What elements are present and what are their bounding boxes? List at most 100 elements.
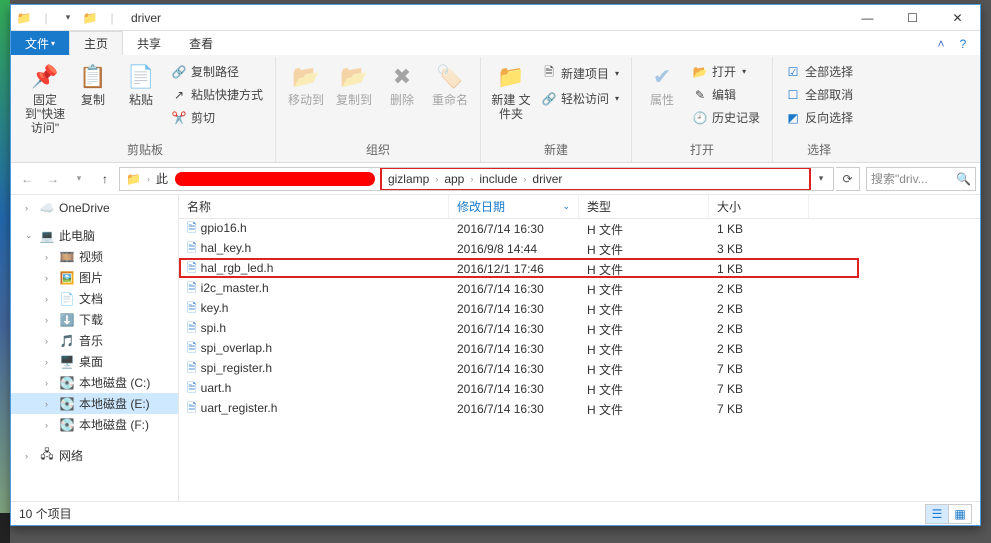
tree-item[interactable]: ›🖼️图片	[11, 267, 178, 288]
tree-drive[interactable]: ›💽本地磁盘 (E:)	[11, 393, 178, 414]
breadcrumb-segment[interactable]: driver	[528, 169, 566, 189]
breadcrumb-segment[interactable]: 此	[152, 168, 172, 190]
file-size: 3 KB	[709, 242, 809, 256]
chevron-right-icon[interactable]: ›	[45, 399, 55, 409]
selectnone-button[interactable]: ☐全部取消	[781, 84, 857, 105]
chevron-right-icon[interactable]: ›	[45, 420, 55, 430]
tree-item[interactable]: ›📄文档	[11, 288, 178, 309]
tree-item[interactable]: ›⬇️下载	[11, 309, 178, 330]
tree-item-label: 音乐	[79, 332, 103, 349]
column-size[interactable]: 大小	[709, 195, 809, 218]
copy-path-button[interactable]: 🔗复制路径	[167, 61, 267, 82]
qat-dropdown-icon[interactable]: ▾	[60, 10, 76, 26]
file-date: 2016/7/14 16:30	[449, 222, 579, 236]
maximize-button[interactable]: ☐	[890, 5, 935, 31]
invertselect-button[interactable]: ◩反向选择	[781, 107, 857, 128]
pin-quickaccess-button[interactable]: 📌固定到"快速访问"	[21, 57, 69, 135]
chevron-right-icon[interactable]: ›	[145, 174, 152, 184]
newitem-button[interactable]: 🗎新建项目▾	[537, 61, 623, 86]
copyto-button[interactable]: 📂复制到	[330, 57, 378, 107]
history-button[interactable]: 🕘历史记录	[688, 107, 764, 128]
file-row[interactable]: 🗎spi_register.h2016/7/14 16:30H 文件7 KB	[179, 359, 980, 379]
breadcrumb-segment[interactable]: include	[475, 169, 521, 189]
chevron-right-icon[interactable]: ›	[433, 174, 440, 184]
back-button[interactable]: ←	[15, 167, 39, 191]
chevron-right-icon[interactable]: ›	[45, 294, 55, 304]
easyaccess-button[interactable]: 🔗轻松访问▾	[537, 88, 623, 109]
breadcrumb[interactable]: 📁 › 此 gizlamp › app › include › driver ▾	[119, 167, 834, 191]
file-row[interactable]: 🗎spi.h2016/7/14 16:30H 文件2 KB	[179, 319, 980, 339]
forward-button[interactable]: →	[41, 167, 65, 191]
breadcrumb-segment[interactable]: gizlamp	[384, 169, 433, 189]
newfolder-button[interactable]: 📁新建 文件夹	[487, 57, 535, 121]
delete-button[interactable]: ✖删除	[378, 57, 426, 107]
chevron-right-icon[interactable]: ›	[45, 378, 55, 388]
tree-item[interactable]: ›🖥️桌面	[11, 351, 178, 372]
tree-network[interactable]: ›🖧网络	[11, 443, 178, 468]
selectall-button[interactable]: ☑全部选择	[781, 61, 857, 82]
breadcrumb-root-icon[interactable]: 📁	[122, 168, 145, 190]
breadcrumb-segment[interactable]: app	[440, 169, 468, 189]
tab-view[interactable]: 查看	[175, 31, 227, 55]
rename-button[interactable]: 🏷️重命名	[426, 57, 474, 107]
tab-share[interactable]: 共享	[123, 31, 175, 55]
file-list[interactable]: 名称 修改日期⌄ 类型 大小 🗎gpio16.h2016/7/14 16:30H…	[179, 195, 980, 501]
drive-icon: 💽	[59, 418, 75, 432]
copy-button[interactable]: 📋复制	[69, 57, 117, 107]
chevron-right-icon[interactable]: ›	[25, 451, 35, 461]
tree-item-label: 视频	[79, 248, 103, 265]
group-new: 📁新建 文件夹 🗎新建项目▾ 🔗轻松访问▾ 新建	[481, 57, 632, 162]
open-button[interactable]: 📂打开▾	[688, 61, 764, 82]
properties-button[interactable]: ✔属性	[638, 57, 686, 107]
breadcrumb-dropdown-icon[interactable]: ▾	[811, 173, 831, 184]
file-row[interactable]: 🗎spi_overlap.h2016/7/14 16:30H 文件2 KB	[179, 339, 980, 359]
chevron-right-icon[interactable]: ›	[45, 252, 55, 262]
tree-item[interactable]: ›🎵音乐	[11, 330, 178, 351]
chevron-right-icon[interactable]: ›	[45, 336, 55, 346]
file-icon: 🗎	[187, 381, 197, 395]
titlebar[interactable]: 📁 | ▾ 📁 | driver — ☐ ✕	[11, 5, 980, 31]
column-name[interactable]: 名称	[179, 195, 449, 218]
edit-button[interactable]: ✎编辑	[688, 84, 764, 105]
file-name: i2c_master.h	[201, 281, 269, 295]
ribbon-collapse-icon[interactable]: ˄	[930, 33, 952, 55]
tab-file[interactable]: 文件▾	[11, 31, 69, 55]
paste-button[interactable]: 📄粘贴	[117, 57, 165, 107]
file-row[interactable]: 🗎i2c_master.h2016/7/14 16:30H 文件2 KB	[179, 279, 980, 299]
file-row[interactable]: 🗎gpio16.h2016/7/14 16:30H 文件1 KB	[179, 219, 980, 239]
view-icons-button[interactable]: ▦	[948, 504, 972, 524]
column-date[interactable]: 修改日期⌄	[449, 195, 579, 218]
tree-thispc[interactable]: ⌄💻此电脑	[11, 225, 178, 246]
moveto-button[interactable]: 📂移动到	[282, 57, 330, 107]
column-type[interactable]: 类型	[579, 195, 709, 218]
view-details-button[interactable]: ☰	[925, 504, 949, 524]
recent-dropdown[interactable]: ▾	[67, 167, 91, 191]
search-input[interactable]: 搜索"driv... 🔍	[866, 167, 976, 191]
tab-home[interactable]: 主页	[69, 31, 123, 55]
navigation-tree[interactable]: ›☁️OneDrive ⌄💻此电脑 ›🎞️视频›🖼️图片›📄文档›⬇️下载›🎵音…	[11, 195, 179, 501]
file-row[interactable]: 🗎uart.h2016/7/14 16:30H 文件7 KB	[179, 379, 980, 399]
tree-onedrive[interactable]: ›☁️OneDrive	[11, 199, 178, 217]
close-button[interactable]: ✕	[935, 5, 980, 31]
refresh-button[interactable]: ⟳	[836, 167, 860, 191]
file-row[interactable]: 🗎hal_rgb_led.h2016/12/1 17:46H 文件1 KB	[179, 259, 980, 279]
chevron-right-icon[interactable]: ›	[45, 273, 55, 283]
chevron-down-icon[interactable]: ⌄	[25, 230, 35, 241]
file-row[interactable]: 🗎uart_register.h2016/7/14 16:30H 文件7 KB	[179, 399, 980, 419]
file-row[interactable]: 🗎hal_key.h2016/9/8 14:44H 文件3 KB	[179, 239, 980, 259]
paste-shortcut-button[interactable]: ↗粘贴快捷方式	[167, 84, 267, 105]
chevron-right-icon[interactable]: ›	[45, 357, 55, 367]
chevron-right-icon[interactable]: ›	[468, 174, 475, 184]
tree-item[interactable]: ›🎞️视频	[11, 246, 178, 267]
file-row[interactable]: 🗎key.h2016/7/14 16:30H 文件2 KB	[179, 299, 980, 319]
help-icon[interactable]: ?	[952, 33, 974, 55]
tree-drive[interactable]: ›💽本地磁盘 (C:)	[11, 372, 178, 393]
chevron-right-icon[interactable]: ›	[521, 174, 528, 184]
up-button[interactable]: ↑	[93, 167, 117, 191]
minimize-button[interactable]: —	[845, 5, 890, 31]
chevron-right-icon[interactable]: ›	[45, 315, 55, 325]
tree-drive[interactable]: ›💽本地磁盘 (F:)	[11, 414, 178, 435]
file-size: 7 KB	[709, 362, 809, 376]
cut-button[interactable]: ✂️剪切	[167, 107, 267, 128]
chevron-right-icon[interactable]: ›	[25, 203, 35, 213]
